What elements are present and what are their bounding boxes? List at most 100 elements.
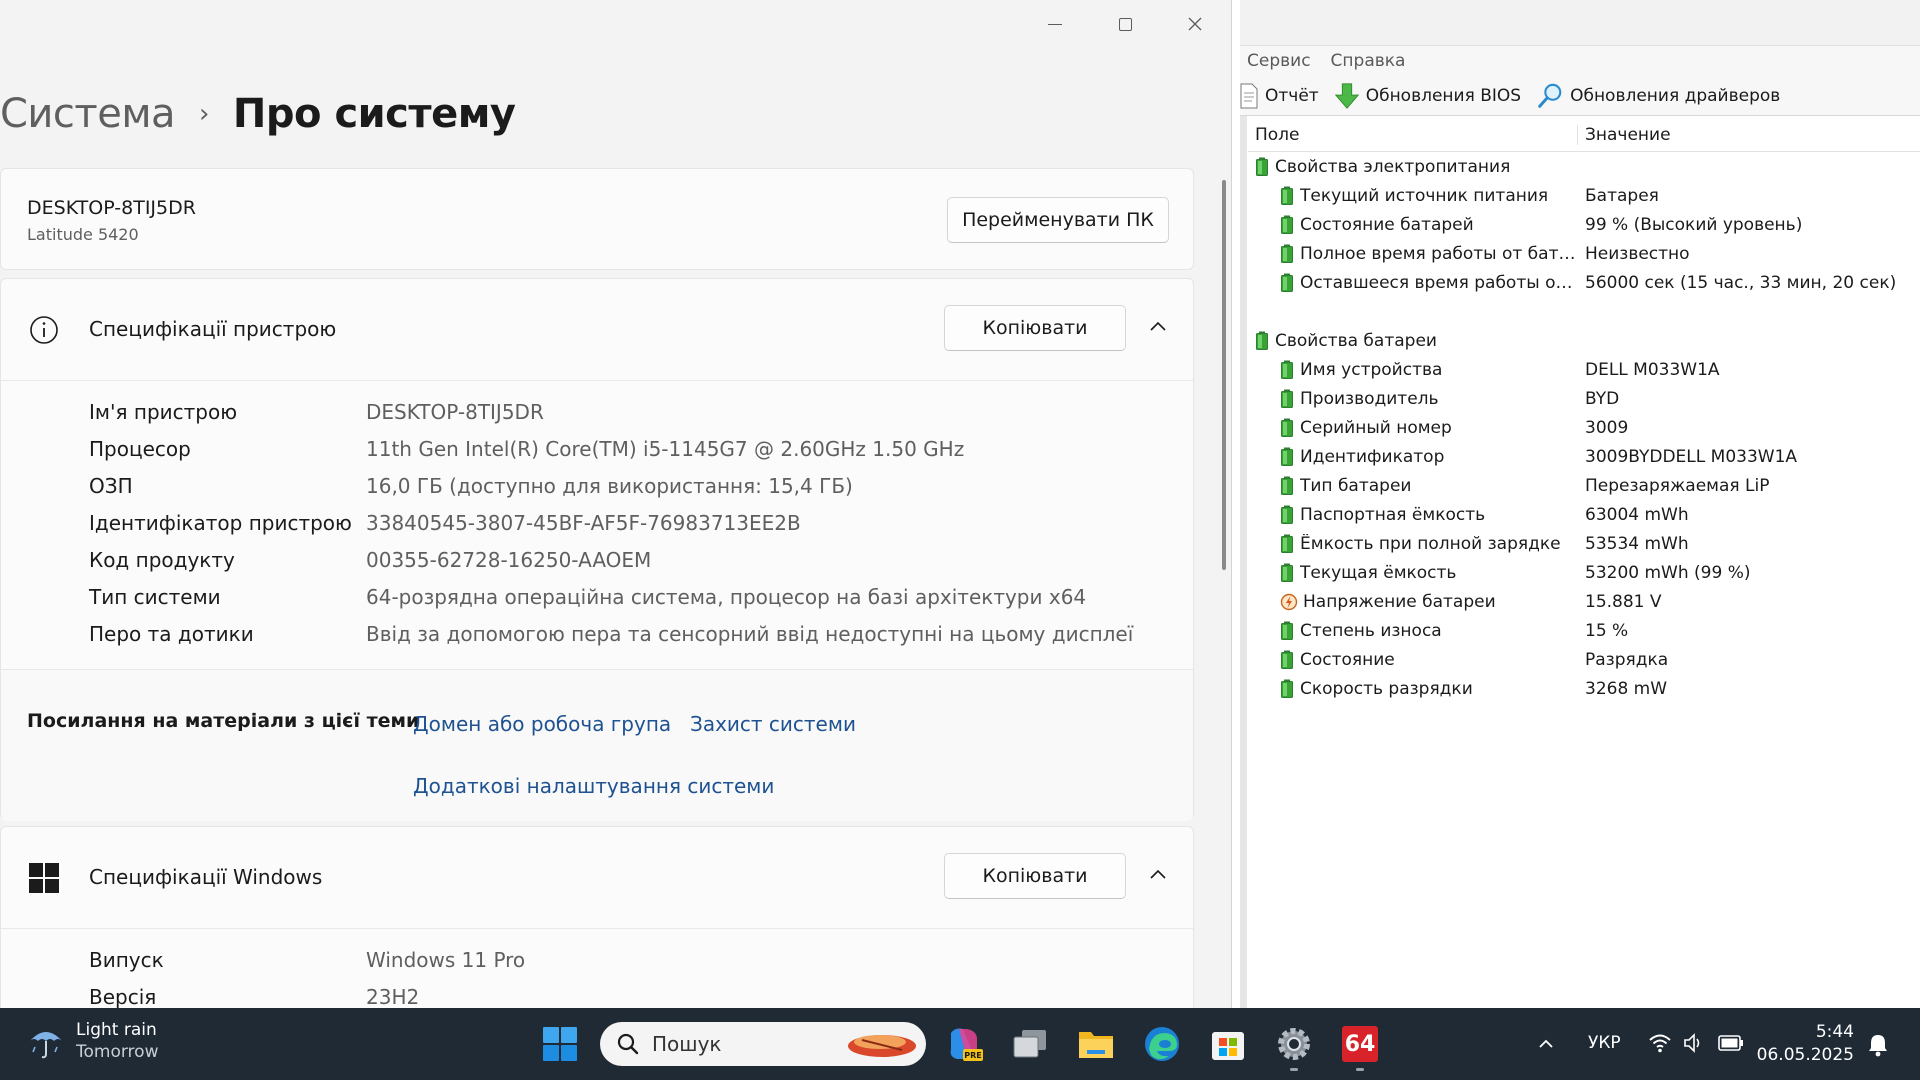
property-row[interactable]: Оставшееся время работы от б... 56000 сек… bbox=[1248, 268, 1920, 297]
property-row[interactable]: Полное время работы от батар... Неизвестн… bbox=[1248, 239, 1920, 268]
show-hidden-icons-chevron-icon[interactable] bbox=[1536, 1034, 1556, 1054]
spec-value[interactable]: 33840545-3807-45BF-AF5F-76983713EE2B bbox=[366, 511, 801, 535]
property-group-row[interactable]: Свойства батареи bbox=[1248, 326, 1920, 355]
advanced-system-settings-link[interactable]: Додаткові налаштування системи bbox=[413, 774, 774, 798]
battery-icon bbox=[1281, 360, 1293, 379]
wifi-icon[interactable] bbox=[1648, 1032, 1672, 1054]
battery-icon[interactable] bbox=[1718, 1034, 1744, 1052]
property-value: Перезаряжаемая LiP bbox=[1585, 475, 1770, 496]
start-button[interactable] bbox=[538, 1022, 582, 1066]
settings-button[interactable] bbox=[1272, 1022, 1316, 1066]
property-field: Имя устройства bbox=[1248, 360, 1578, 380]
menu-service[interactable]: Сервис bbox=[1247, 51, 1311, 71]
property-field-label: Оставшееся время работы от б... bbox=[1300, 272, 1578, 293]
aida64-icon-label: 64 bbox=[1344, 1031, 1376, 1057]
property-field-label: Текущая ёмкость bbox=[1300, 562, 1457, 583]
aida64-taskbar-button[interactable]: 64 bbox=[1338, 1022, 1382, 1066]
aida64-tree-splitter[interactable] bbox=[1240, 116, 1247, 1008]
property-row[interactable]: Паспортная ёмкость 63004 mWh bbox=[1248, 500, 1920, 529]
property-value: 63004 mWh bbox=[1585, 504, 1689, 525]
property-field: Оставшееся время работы от б... bbox=[1248, 273, 1578, 293]
windows-specs-card: Специфікації Windows Копіювати Випуск Win… bbox=[0, 826, 1194, 1008]
property-row[interactable]: Серийный номер 3009 bbox=[1248, 413, 1920, 442]
menu-help[interactable]: Справка bbox=[1331, 51, 1406, 71]
edge-button[interactable] bbox=[1140, 1022, 1184, 1066]
property-row[interactable]: Состояние батарей 99 % (Высокий уровень) bbox=[1248, 210, 1920, 239]
weather-when: Tomorrow bbox=[76, 1042, 159, 1062]
property-row[interactable]: Напряжение батареи 15.881 V bbox=[1248, 587, 1920, 616]
settings-scrollbar[interactable] bbox=[1222, 180, 1226, 570]
task-view-button[interactable] bbox=[1008, 1022, 1052, 1066]
property-field-label: Состояние батарей bbox=[1300, 214, 1474, 235]
property-field: Ёмкость при полной зарядке bbox=[1248, 534, 1578, 554]
spec-row: Тип системи 64-розрядна операційна систем… bbox=[89, 578, 1133, 615]
property-row[interactable]: Текущая ёмкость 53200 mWh (99 %) bbox=[1248, 558, 1920, 587]
property-row[interactable]: Степень износа 15 % bbox=[1248, 616, 1920, 645]
column-field[interactable]: Поле bbox=[1248, 124, 1578, 145]
clock[interactable]: 5:44 06.05.2025 bbox=[1754, 1022, 1854, 1065]
spec-value[interactable]: Ввід за допомогою пера та сенсорний ввід… bbox=[366, 622, 1133, 646]
spec-value[interactable]: Windows 11 Pro bbox=[366, 948, 525, 972]
bios-updates-button[interactable]: Обновления BIOS bbox=[1333, 82, 1521, 110]
property-row[interactable]: Идентификатор 3009BYDDELL M033W1A bbox=[1248, 442, 1920, 471]
battery-icon bbox=[1281, 186, 1293, 205]
property-field-label: Серийный номер bbox=[1300, 417, 1452, 438]
property-field-label: Паспортная ёмкость bbox=[1300, 504, 1486, 525]
property-row[interactable]: Тип батареи Перезаряжаемая LiP bbox=[1248, 471, 1920, 500]
file-explorer-button[interactable] bbox=[1074, 1022, 1118, 1066]
spec-value[interactable]: 16,0 ГБ (доступно для використання: 15,4… bbox=[366, 474, 853, 498]
minimize-button[interactable] bbox=[1032, 8, 1078, 40]
maximize-button[interactable] bbox=[1102, 8, 1148, 40]
spec-value[interactable]: 00355-62728-16250-AAOEM bbox=[366, 548, 651, 572]
column-value[interactable]: Значение bbox=[1578, 125, 1671, 145]
property-row[interactable]: Состояние Разрядка bbox=[1248, 645, 1920, 674]
breadcrumb-parent[interactable]: Система bbox=[0, 91, 176, 137]
property-row[interactable]: Имя устройства DELL M033W1A bbox=[1248, 355, 1920, 384]
microsoft-store-button[interactable] bbox=[1206, 1022, 1250, 1066]
property-field-label: Степень износа bbox=[1300, 620, 1442, 641]
copy-device-specs-button[interactable]: Копіювати bbox=[944, 305, 1126, 351]
property-group-row[interactable]: Свойства электропитания bbox=[1248, 152, 1920, 181]
property-field: Свойства электропитания bbox=[1248, 157, 1578, 177]
report-label: Отчёт bbox=[1265, 85, 1319, 106]
spec-value[interactable]: 23H2 bbox=[366, 985, 419, 1009]
page-title: Про систему bbox=[232, 91, 516, 137]
rename-pc-button[interactable]: Перейменувати ПК bbox=[947, 197, 1169, 243]
property-row[interactable]: Ёмкость при полной зарядке 53534 mWh bbox=[1248, 529, 1920, 558]
spec-value[interactable]: 64-розрядна операційна система, процесор… bbox=[366, 585, 1086, 609]
close-button[interactable] bbox=[1172, 8, 1218, 40]
start-icon bbox=[543, 1027, 577, 1061]
taskbar-search[interactable]: Пошук bbox=[600, 1022, 926, 1066]
breadcrumb: Система › Про систему bbox=[0, 86, 516, 142]
property-row[interactable]: Скорость разрядки 3268 mW bbox=[1248, 674, 1920, 703]
driver-updates-button[interactable]: Обновления драйверов bbox=[1535, 82, 1780, 110]
property-field: Полное время работы от батар... bbox=[1248, 244, 1578, 264]
windows-specs-header[interactable]: Специфікації Windows Копіювати bbox=[1, 827, 1193, 929]
domain-workgroup-link[interactable]: Домен або робоча група bbox=[413, 712, 671, 736]
volume-icon[interactable] bbox=[1682, 1032, 1706, 1054]
notification-bell-icon[interactable] bbox=[1866, 1032, 1890, 1058]
spec-row: Версія 23H2 bbox=[89, 978, 525, 1009]
report-button[interactable]: Отчёт bbox=[1240, 82, 1319, 110]
system-protection-link[interactable]: Захист системи bbox=[690, 712, 856, 736]
spec-value[interactable]: DESKTOP-8TIJ5DR bbox=[366, 400, 544, 424]
search-placeholder: Пошук bbox=[652, 1032, 722, 1056]
property-row[interactable]: Текущий источник питания Батарея bbox=[1248, 181, 1920, 210]
aida64-property-list: Свойства электропитания Текущий источник … bbox=[1248, 152, 1920, 703]
property-field: Свойства батареи bbox=[1248, 331, 1578, 351]
input-language[interactable]: УКР bbox=[1588, 1033, 1621, 1053]
copilot-icon: PRE bbox=[950, 1028, 983, 1061]
chevron-up-icon[interactable] bbox=[1146, 863, 1170, 887]
property-value: 3009 bbox=[1585, 417, 1629, 438]
property-field: Напряжение батареи bbox=[1248, 592, 1578, 612]
chevron-right-icon: › bbox=[199, 99, 209, 129]
weather-widget[interactable]: Light rain Tomorrow bbox=[26, 1020, 158, 1062]
device-specs-header[interactable]: Специфікації пристрою Копіювати bbox=[1, 279, 1193, 381]
aida64-icon: 64 bbox=[1342, 1026, 1378, 1062]
battery-icon bbox=[1281, 389, 1293, 408]
chevron-up-icon[interactable] bbox=[1146, 315, 1170, 339]
property-row[interactable]: Производитель BYD bbox=[1248, 384, 1920, 413]
copy-windows-specs-button[interactable]: Копіювати bbox=[944, 853, 1126, 899]
spec-value[interactable]: 11th Gen Intel(R) Core(TM) i5-1145G7 @ 2… bbox=[366, 437, 964, 461]
copilot-button[interactable]: PRE bbox=[942, 1022, 986, 1066]
